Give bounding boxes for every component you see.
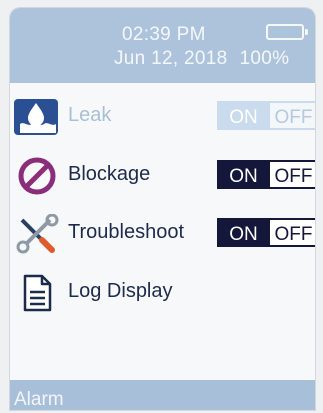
prohibited-icon xyxy=(12,156,62,196)
clock-time: 02:39 PM xyxy=(122,24,206,45)
setting-label: Troubleshoot xyxy=(68,221,184,243)
toggle-off[interactable]: OFF xyxy=(270,101,315,130)
toggle-off[interactable]: OFF xyxy=(270,160,315,189)
battery-tip xyxy=(305,29,308,35)
leak-toggle[interactable]: ON OFF xyxy=(217,101,315,130)
device-screen: 02:39 PM Jun 12, 2018 100% Leak ON OFF B… xyxy=(10,8,315,410)
status-header: 02:39 PM Jun 12, 2018 100% xyxy=(10,8,315,83)
troubleshoot-toggle[interactable]: ON OFF xyxy=(217,218,315,247)
setting-row-blockage: Blockage ON OFF xyxy=(10,156,315,196)
tools-icon xyxy=(12,213,62,254)
toggle-on[interactable]: ON xyxy=(217,218,270,247)
toggle-on[interactable]: ON xyxy=(217,160,270,189)
footer-bar[interactable]: Alarm xyxy=(10,380,315,410)
toggle-off[interactable]: OFF xyxy=(270,218,315,247)
setting-label: Blockage xyxy=(68,163,151,185)
document-icon xyxy=(12,273,62,313)
date-line: Jun 12, 2018 100% xyxy=(114,48,289,70)
toggle-on[interactable]: ON xyxy=(217,101,270,130)
footer-alarm-label: Alarm xyxy=(14,389,64,410)
log-display-item[interactable]: Log Display xyxy=(10,273,315,313)
water-drop-icon xyxy=(12,97,62,137)
blockage-toggle[interactable]: ON OFF xyxy=(217,160,315,189)
log-display-label: Log Display xyxy=(68,280,173,302)
setting-row-troubleshoot: Troubleshoot ON OFF xyxy=(10,213,315,254)
device-frame: 02:39 PM Jun 12, 2018 100% Leak ON OFF B… xyxy=(0,0,323,413)
battery-percent: 100% xyxy=(239,48,290,69)
setting-row-leak: Leak ON OFF xyxy=(10,97,315,137)
date-text: Jun 12, 2018 xyxy=(114,48,228,69)
battery-icon xyxy=(266,24,308,40)
setting-label: Leak xyxy=(68,104,112,126)
